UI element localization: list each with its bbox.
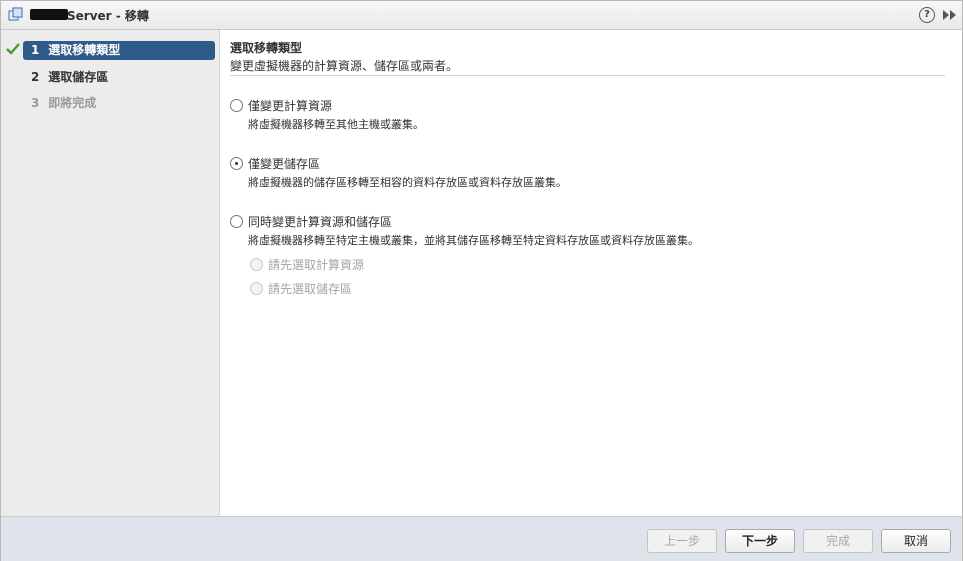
option-label[interactable]: 僅變更計算資源 bbox=[248, 97, 332, 114]
radio-select-compute-first bbox=[250, 258, 263, 271]
option-description: 將虛擬機器的儲存區移轉至相容的資料存放區或資料存放區叢集。 bbox=[248, 176, 567, 189]
suboption-label: 請先選取計算資源 bbox=[268, 258, 365, 272]
page-title: 選取移轉類型 bbox=[230, 41, 303, 55]
migrate-dialog: Server - 移轉 ? 1 選取移轉類型 2 選取儲存區 3 即將完成 選取… bbox=[0, 0, 963, 561]
help-icon[interactable]: ? bbox=[919, 7, 935, 23]
finish-button[interactable]: 完成 bbox=[803, 529, 873, 553]
step-label: 選取儲存區 bbox=[48, 70, 109, 84]
option-label[interactable]: 僅變更儲存區 bbox=[248, 155, 320, 172]
radio-change-compute-and-storage[interactable] bbox=[230, 215, 243, 228]
expand-icon[interactable] bbox=[941, 8, 957, 22]
step-select-migration-type[interactable]: 1 選取移轉類型 bbox=[23, 41, 215, 60]
divider bbox=[230, 75, 945, 76]
step-ready-to-complete: 3 即將完成 bbox=[23, 94, 215, 113]
step-label: 選取移轉類型 bbox=[48, 43, 121, 57]
option-label[interactable]: 同時變更計算資源和儲存區 bbox=[248, 213, 392, 230]
cancel-button[interactable]: 取消 bbox=[881, 529, 951, 553]
redacted-vm-name bbox=[30, 9, 68, 20]
title-bar: Server - 移轉 ? bbox=[1, 1, 962, 30]
vm-icon bbox=[8, 7, 23, 21]
option-description: 將虛擬機器移轉至其他主機或叢集。 bbox=[248, 118, 424, 131]
option-description: 將虛擬機器移轉至特定主機或叢集，並將其儲存區移轉至特定資料存放區或資料存放區叢集… bbox=[248, 234, 699, 247]
suboption-label: 請先選取儲存區 bbox=[268, 282, 353, 296]
check-icon bbox=[6, 43, 20, 55]
button-bar: 上一步 下一步 完成 取消 bbox=[1, 516, 962, 561]
step-number: 1 bbox=[31, 43, 40, 57]
step-number: 3 bbox=[31, 96, 40, 110]
radio-select-storage-first bbox=[250, 282, 263, 295]
step-label: 即將完成 bbox=[48, 96, 97, 110]
radio-change-storage-only[interactable] bbox=[230, 157, 243, 170]
radio-change-compute-only[interactable] bbox=[230, 99, 243, 112]
step-select-storage[interactable]: 2 選取儲存區 bbox=[23, 68, 215, 87]
next-button[interactable]: 下一步 bbox=[725, 529, 795, 553]
window-title: Server - 移轉 bbox=[67, 9, 149, 23]
page-subtitle: 變更虛擬機器的計算資源、儲存區或兩者。 bbox=[230, 59, 459, 73]
step-number: 2 bbox=[31, 70, 40, 84]
wizard-steps-sidebar: 1 選取移轉類型 2 選取儲存區 3 即將完成 bbox=[1, 30, 220, 516]
back-button[interactable]: 上一步 bbox=[647, 529, 717, 553]
